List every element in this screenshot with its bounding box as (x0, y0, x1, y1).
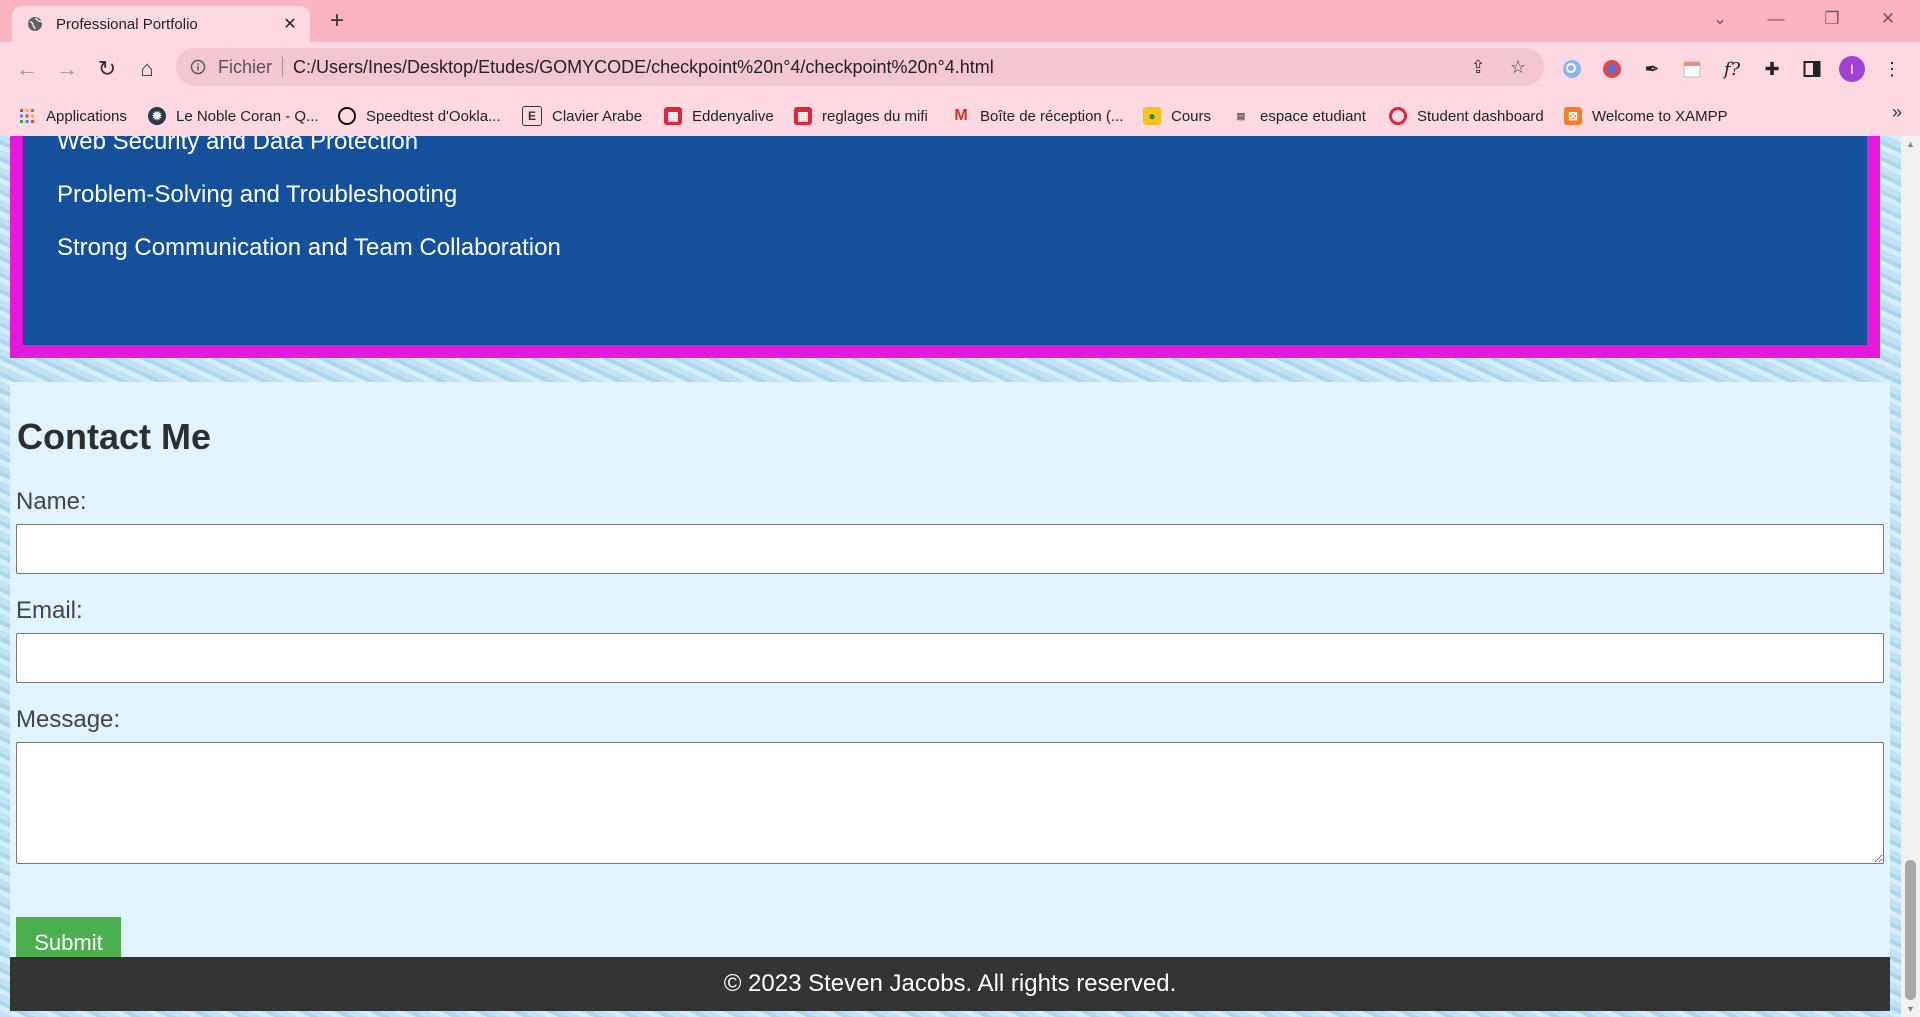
new-tab-button[interactable]: + (323, 9, 351, 34)
lens-extension-icon[interactable] (1558, 55, 1586, 83)
vertical-scrollbar[interactable]: ▲ ▼ (1901, 136, 1920, 1017)
message-label: Message: (16, 706, 121, 733)
name-label: Name: (16, 488, 87, 515)
url-text[interactable]: C:/Users/Ines/Desktop/Etudes/GOMYCODE/ch… (293, 57, 1464, 78)
clavier-icon: E (522, 106, 542, 126)
bookmark-clavier-arabe[interactable]: E Clavier Arabe (522, 104, 642, 128)
dashboard-icon (1389, 107, 1407, 125)
scrollbar-thumb[interactable] (1905, 860, 1916, 1000)
eddenya-icon: ▦ (664, 107, 682, 125)
bookmark-coran[interactable]: ✹ Le Noble Coran - Q... (148, 104, 319, 128)
coran-icon: ✹ (148, 107, 166, 125)
bookmark-label: Boîte de réception (... (980, 107, 1124, 125)
globe-icon (26, 15, 44, 33)
separator (282, 57, 284, 77)
bookmark-mifi[interactable]: ▦ reglages du mifi (794, 104, 928, 128)
bookmark-label: Cours (1171, 107, 1212, 125)
browser-toolbar: ← → ↻ ⌂ Fichier C:/Users/Ines/Desktop/Et… (0, 42, 1920, 96)
bookmark-label: reglages du mifi (822, 107, 928, 125)
tab-search-chevron-icon[interactable]: ⌄ (1700, 6, 1740, 32)
skill-item: Web Security and Data Protection (57, 136, 419, 155)
page-viewport: Web Security and Data Protection Problem… (0, 136, 1901, 1017)
tab-strip: Professional Portfolio ✕ + ⌄ — ❐ ✕ (0, 0, 1920, 42)
email-input[interactable] (16, 633, 1884, 683)
profile-avatar[interactable]: I (1838, 55, 1866, 83)
bookmark-label: Eddenyalive (692, 107, 774, 125)
reload-icon[interactable]: ↻ (92, 54, 122, 84)
page-footer: © 2023 Steven Jacobs. All rights reserve… (10, 957, 1890, 1011)
skill-item: Strong Communication and Team Collaborat… (57, 234, 561, 261)
kebab-menu-icon[interactable]: ⋮ (1878, 55, 1906, 83)
scroll-down-arrow-icon[interactable]: ▼ (1901, 1001, 1920, 1017)
bookmark-espace-etudiant[interactable]: ▤ espace etudiant (1232, 104, 1366, 128)
back-arrow-icon[interactable]: ← (12, 54, 42, 84)
browser-tab[interactable]: Professional Portfolio ✕ (12, 6, 310, 42)
side-panel-icon[interactable] (1798, 55, 1826, 83)
bookmark-eddenyalive[interactable]: ▦ Eddenyalive (664, 104, 774, 128)
info-icon[interactable] (188, 57, 208, 77)
restore-icon[interactable]: ❐ (1812, 6, 1852, 32)
apps-grid-icon (18, 107, 36, 125)
bookmark-label: Speedtest d'Ookla... (366, 107, 501, 125)
bookmark-label: Applications (46, 107, 127, 125)
minimize-icon[interactable]: — (1756, 6, 1796, 32)
close-window-icon[interactable]: ✕ (1868, 6, 1908, 32)
contact-heading: Contact Me (17, 416, 212, 457)
calendar-extension-icon[interactable] (1678, 55, 1706, 83)
mifi-icon: ▦ (794, 107, 812, 125)
puzzle-extensions-icon[interactable]: ✚ (1758, 55, 1786, 83)
close-tab-icon[interactable]: ✕ (278, 12, 302, 36)
name-input[interactable] (16, 524, 1884, 574)
bookmark-xampp[interactable]: ⊠ Welcome to XAMPP (1564, 104, 1728, 128)
message-textarea[interactable] (16, 742, 1884, 864)
contact-section: Contact Me Name: Email: Message: Submit (10, 382, 1890, 968)
bookmark-gmail[interactable]: M Boîte de réception (... (952, 104, 1123, 128)
tab-title: Professional Portfolio (56, 15, 198, 33)
eyedropper-icon[interactable]: ✒ (1638, 55, 1666, 83)
profile-initial: I (1839, 56, 1865, 82)
formula-extension-icon[interactable]: f? (1718, 55, 1746, 83)
bookmark-label: Student dashboard (1417, 107, 1544, 125)
bookmark-star-icon[interactable]: ☆ (1504, 53, 1532, 81)
email-label: Email: (16, 597, 83, 624)
home-icon[interactable]: ⌂ (132, 54, 162, 84)
scroll-up-arrow-icon[interactable]: ▲ (1901, 136, 1920, 152)
student-space-icon: ▤ (1236, 110, 1246, 121)
speedtest-icon (338, 107, 356, 125)
skill-item: Problem-Solving and Troubleshooting (57, 181, 458, 208)
share-icon[interactable]: ⇪ (1464, 53, 1492, 81)
bookmark-label: Le Noble Coran - Q... (176, 107, 319, 125)
colorful-extension-icon[interactable] (1598, 55, 1626, 83)
bookmarks-bar: Applications ✹ Le Noble Coran - Q... Spe… (0, 96, 1920, 136)
bookmark-label: Clavier Arabe (552, 107, 643, 125)
bookmark-cours[interactable]: ● Cours (1143, 104, 1211, 128)
classroom-icon: ● (1143, 107, 1161, 125)
bookmark-speedtest[interactable]: Speedtest d'Ookla... (338, 104, 501, 128)
forward-arrow-icon[interactable]: → (52, 54, 82, 84)
xampp-icon: ⊠ (1564, 107, 1582, 125)
footer-text: © 2023 Steven Jacobs. All rights reserve… (723, 970, 1177, 997)
bookmarks-overflow-button[interactable]: » (1892, 102, 1902, 123)
bookmark-applications[interactable]: Applications (18, 104, 127, 128)
bookmark-student-dashboard[interactable]: Student dashboard (1389, 104, 1544, 128)
scheme-label: Fichier (218, 56, 273, 77)
skills-section: Web Security and Data Protection Problem… (10, 136, 1880, 358)
gmail-icon: M (954, 107, 968, 124)
bookmark-label: Welcome to XAMPP (1592, 107, 1728, 125)
bookmark-label: espace etudiant (1260, 107, 1366, 125)
address-bar[interactable]: Fichier C:/Users/Ines/Desktop/Etudes/GOM… (176, 48, 1544, 86)
